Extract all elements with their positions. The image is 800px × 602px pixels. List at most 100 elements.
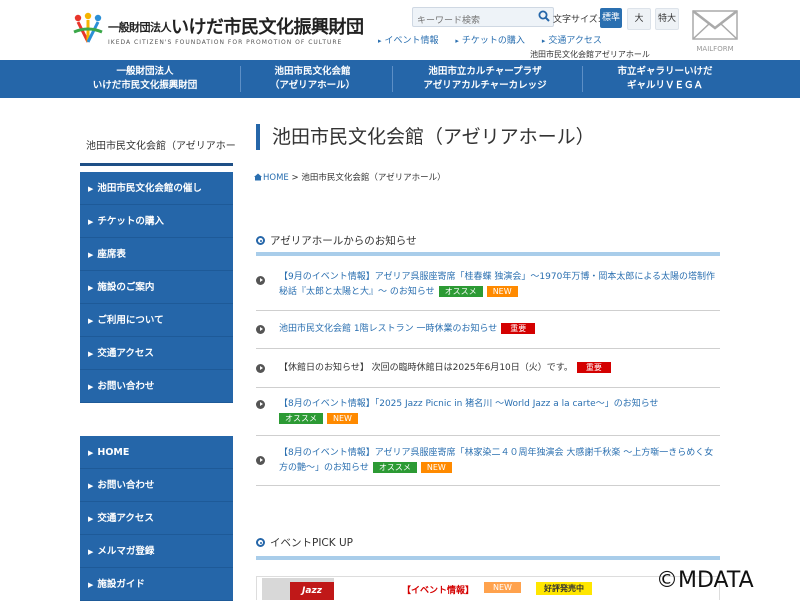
breadcrumb-separator: > bbox=[291, 173, 299, 183]
arrow-right-icon: ▶ bbox=[88, 185, 94, 193]
search-icon[interactable] bbox=[538, 10, 550, 22]
list-item[interactable]: 【9月のイベント情報】アゼリア呉服座寄席「桂春蝶 独演会」～1970年万博・岡本… bbox=[256, 259, 720, 311]
news-item-link[interactable]: 池田市民文化会館 1階レストラン 一時休業のお知らせ 重要 bbox=[279, 322, 719, 337]
arrow-right-icon: ▶ bbox=[88, 581, 94, 589]
header-links: ▸ イベント情報 ▸ チケットの購入 ▸ 交通アクセス bbox=[378, 33, 616, 46]
nav-item-azalea-hall[interactable]: 池田市民文化会館 （アゼリアホール） bbox=[245, 60, 380, 98]
play-circle-icon bbox=[256, 456, 265, 465]
new-badge: NEW bbox=[327, 413, 358, 424]
pickup-heading-bar bbox=[256, 556, 720, 560]
play-circle-icon bbox=[256, 400, 265, 409]
arrow-right-icon: ▶ bbox=[88, 284, 94, 292]
news-item-link[interactable]: 【8月のイベント情報】「2025 Jazz Picnic in 猪名川 ～Wor… bbox=[279, 397, 719, 427]
recommend-badge: オススメ bbox=[372, 462, 417, 473]
sidebar-item-seating[interactable]: ▶ 座席表 bbox=[80, 238, 233, 271]
arrow-right-icon: ▸ bbox=[378, 37, 382, 45]
sidebar-item-events[interactable]: ▶ 池田市民文化会館の催し bbox=[80, 172, 233, 205]
play-circle-icon bbox=[256, 325, 265, 334]
sidebar-menu-hall: ▶ 池田市民文化会館の催し ▶ チケットの購入 ▶ 座席表 ▶ 施設のご案内 ▶ ご利用に… bbox=[80, 172, 233, 403]
new-badge: NEW bbox=[420, 462, 452, 473]
arrow-right-icon: ▶ bbox=[88, 383, 94, 391]
arrow-right-icon: ▶ bbox=[88, 449, 94, 457]
pickup-category-label: 【イベント情報】 bbox=[402, 586, 475, 596]
list-item[interactable]: 【休館日のお知らせ】 次回の臨時休館日は2025年6月10日（火）です。 重要 bbox=[256, 349, 720, 388]
arrow-right-icon: ▶ bbox=[88, 350, 94, 358]
arrow-right-icon: ▸ bbox=[541, 37, 546, 45]
logo-main-text: いけだ市民文化振興財団 bbox=[171, 17, 364, 38]
search-box bbox=[412, 7, 554, 29]
pickup-event-image[interactable]: Jazz bbox=[262, 578, 334, 600]
mail-envelope-icon bbox=[692, 10, 738, 40]
news-list: 【9月のイベント情報】アゼリア呉服座寄席「桂春蝶 独演会」～1970年万博・岡本… bbox=[256, 259, 720, 486]
new-badge: NEW bbox=[486, 286, 518, 297]
page-title: 池田市民文化会館（アゼリアホール） bbox=[256, 124, 595, 150]
arrow-right-icon: ▶ bbox=[88, 548, 94, 556]
home-icon bbox=[254, 173, 262, 181]
news-item-link[interactable]: 【8月のイベント情報】アゼリア呉服座寄席「林家染二４０周年独演会 大感謝千秋楽 … bbox=[279, 446, 719, 476]
nav-divider bbox=[582, 66, 583, 92]
sidebar-item-contact-2[interactable]: ▶ お問い合わせ bbox=[80, 469, 233, 502]
pickup-image-text: Jazz bbox=[290, 582, 334, 600]
arrow-right-icon: ▶ bbox=[88, 482, 94, 490]
logo-subtitle: IKEDA CITIZEN'S FOUNDATION FOR PROMOTION… bbox=[108, 39, 343, 46]
font-size-large-button[interactable]: 大 bbox=[627, 8, 651, 30]
font-size-label: 文字サイズ: bbox=[553, 15, 601, 25]
header-link-access[interactable]: ▸ 交通アクセス bbox=[542, 36, 602, 46]
breadcrumb-current: 池田市民文化会館（アゼリアホール） bbox=[301, 173, 446, 183]
mailform-button[interactable]: MAILFORM bbox=[692, 10, 738, 53]
arrow-right-icon: ▶ bbox=[88, 515, 94, 523]
nav-item-culture-plaza[interactable]: 池田市立カルチャープラザ アゼリアカルチャーカレッジ bbox=[400, 60, 570, 98]
logo-small-text: 一般財団法人 bbox=[108, 21, 172, 34]
header-link-tickets[interactable]: ▸ チケットの購入 bbox=[455, 36, 525, 46]
header-link-events[interactable]: ▸ イベント情報 bbox=[378, 36, 439, 46]
section-bullet-icon bbox=[256, 538, 265, 547]
sidebar-item-tickets[interactable]: ▶ チケットの購入 bbox=[80, 205, 233, 238]
news-item-text: 【休館日のお知らせ】 次回の臨時休館日は2025年6月10日（火）です。 重要 bbox=[279, 361, 719, 376]
search-input[interactable] bbox=[413, 13, 532, 29]
new-badge: NEW bbox=[484, 582, 521, 593]
list-item[interactable]: 【8月のイベント情報】「2025 Jazz Picnic in 猪名川 ～Wor… bbox=[256, 388, 720, 436]
arrow-right-icon: ▶ bbox=[88, 218, 94, 226]
sidebar-item-newsletter[interactable]: ▶ メルマガ登録 bbox=[80, 535, 233, 568]
nav-item-gallery[interactable]: 市立ギャラリーいけだ ギャルリＶＥＧＡ bbox=[590, 60, 740, 98]
sidebar-item-facilities[interactable]: ▶ 施設のご案内 bbox=[80, 271, 233, 304]
on-sale-badge: 好評発売中 bbox=[536, 582, 592, 595]
font-size-xlarge-button[interactable]: 特大 bbox=[655, 8, 679, 30]
sidebar-menu-general: ▶ HOME ▶ お問い合わせ ▶ 交通アクセス ▶ メルマガ登録 ▶ 施設ガイド bbox=[80, 436, 233, 601]
arrow-right-icon: ▶ bbox=[88, 317, 94, 325]
news-heading: アゼリアホールからのお知らせ bbox=[256, 233, 417, 248]
important-badge: 重要 bbox=[501, 323, 536, 334]
news-item-link[interactable]: 【9月のイベント情報】アゼリア呉服座寄席「桂春蝶 独演会」～1970年万博・岡本… bbox=[279, 270, 719, 300]
sidebar-title-rule bbox=[80, 163, 233, 166]
mailform-label: MAILFORM bbox=[696, 45, 734, 53]
pickup-heading: イベントPICK UP bbox=[256, 535, 353, 550]
important-badge: 重要 bbox=[576, 362, 611, 373]
list-item[interactable]: 池田市民文化会館 1階レストラン 一時休業のお知らせ 重要 bbox=[256, 311, 720, 349]
arrow-right-icon: ▶ bbox=[88, 251, 94, 259]
recommend-badge: オススメ bbox=[438, 286, 483, 297]
sidebar-item-facility-guide[interactable]: ▶ 施設ガイド bbox=[80, 568, 233, 601]
nav-divider bbox=[392, 66, 393, 92]
header-sub-link[interactable]: 池田市民文化会館アゼリアホール bbox=[530, 49, 650, 60]
breadcrumb-home-link[interactable]: HOME bbox=[254, 173, 289, 183]
sidebar-title: 池田市民文化会館（アゼリアホー bbox=[86, 141, 236, 152]
play-circle-icon bbox=[256, 364, 265, 373]
font-size-standard-button[interactable]: 標準 bbox=[600, 8, 622, 28]
play-circle-icon bbox=[256, 276, 265, 285]
global-nav: 一般財団法人 いけだ市民文化振興財団 池田市民文化会館 （アゼリアホール） 池田市立… bbox=[0, 60, 800, 98]
sidebar-item-usage[interactable]: ▶ ご利用について bbox=[80, 304, 233, 337]
nav-item-foundation[interactable]: 一般財団法人 いけだ市民文化振興財団 bbox=[60, 60, 230, 98]
news-heading-bar bbox=[256, 252, 720, 256]
foundation-logo-icon[interactable] bbox=[72, 12, 104, 46]
sidebar-item-access-2[interactable]: ▶ 交通アクセス bbox=[80, 502, 233, 535]
sidebar-item-contact[interactable]: ▶ お問い合わせ bbox=[80, 370, 233, 403]
breadcrumb: HOME > 池田市民文化会館（アゼリアホール） bbox=[254, 171, 446, 183]
site-header: 一般財団法人いけだ市民文化振興財団 IKEDA CITIZEN'S FOUNDA… bbox=[0, 0, 800, 60]
arrow-right-icon: ▸ bbox=[455, 37, 459, 45]
watermark-text: ©MDATA bbox=[656, 568, 754, 593]
list-item[interactable]: 【8月のイベント情報】アゼリア呉服座寄席「林家染二４０周年独演会 大感謝千秋楽 … bbox=[256, 436, 720, 486]
nav-divider bbox=[240, 66, 241, 92]
site-logo-text[interactable]: 一般財団法人いけだ市民文化振興財団 bbox=[108, 13, 364, 39]
sidebar-item-home[interactable]: ▶ HOME bbox=[80, 436, 233, 469]
sidebar-item-access[interactable]: ▶ 交通アクセス bbox=[80, 337, 233, 370]
